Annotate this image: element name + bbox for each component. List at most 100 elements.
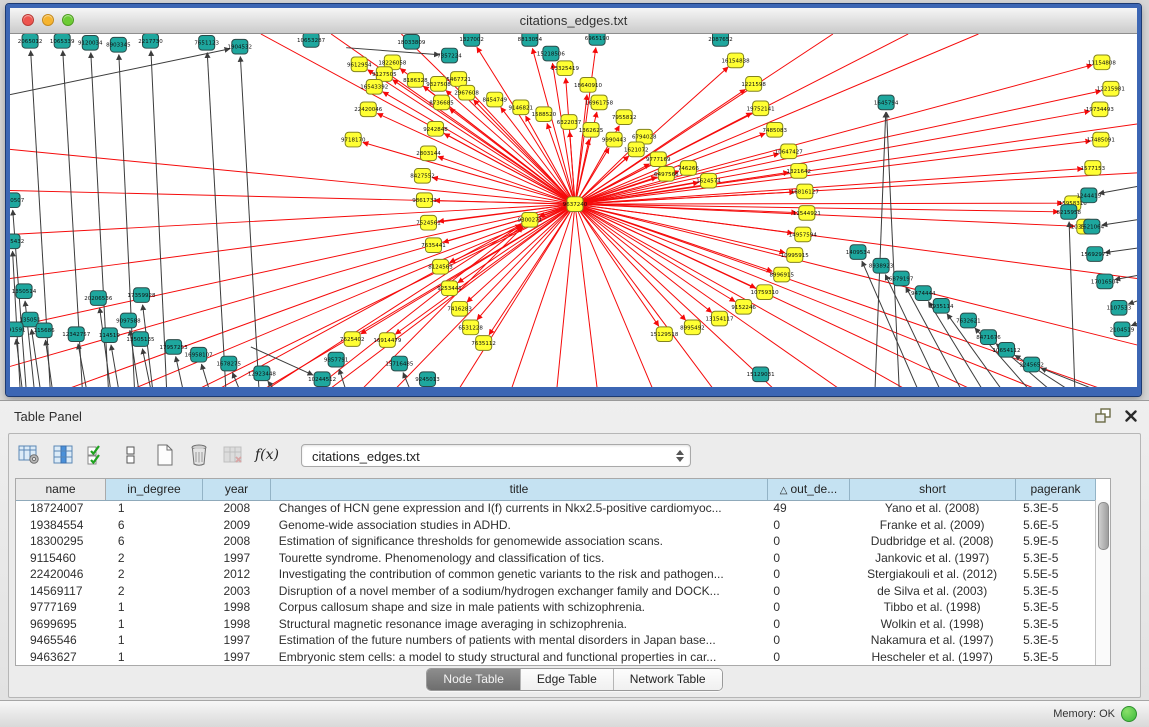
network-canvas[interactable]: 9637240182260589612954912750516543392818… [10, 34, 1137, 387]
citation-edge-black[interactable] [1099, 187, 1137, 194]
cell-short: Dudbridge et al. (2008) [849, 533, 1015, 550]
close-icon[interactable] [1125, 409, 1137, 427]
citation-edge-black[interactable] [1041, 368, 1091, 387]
citation-edge-black[interactable] [1102, 220, 1137, 225]
citation-edge-black[interactable] [1131, 323, 1137, 325]
graph-node-label: 9146821 [509, 105, 534, 111]
citation-edge-black[interactable] [1105, 248, 1137, 252]
table-row[interactable]: 969969511998Structural magnetic resonanc… [16, 616, 1095, 633]
scrollbar-thumb[interactable] [1098, 502, 1109, 550]
graph-node-label: 8995492 [680, 325, 705, 331]
citation-edge-red[interactable] [575, 204, 686, 320]
new-table-icon[interactable] [151, 441, 179, 469]
graph-node-label: 10653287 [297, 38, 325, 44]
network-window-title: citations_edges.txt [10, 8, 1137, 33]
citation-edge-black[interactable] [202, 364, 209, 387]
graph-node-label: 2087652 [708, 37, 733, 43]
graph-node-label: 8427552 [410, 174, 435, 180]
network-window[interactable]: citations_edges.txt 96372401822605896129… [6, 4, 1141, 396]
graph-node-label: 10995915 [781, 253, 809, 259]
graph-node-label: 135051 [20, 318, 41, 324]
table-row[interactable]: 2242004622012Investigating the contribut… [16, 566, 1095, 583]
column-header-pagerank[interactable]: pagerank [1016, 479, 1096, 500]
graph-node-label: 1621072 [624, 147, 649, 153]
citation-edge-black[interactable] [875, 112, 886, 387]
graph-node-label: 15716485 [385, 362, 413, 368]
float-panel-icon[interactable] [1095, 408, 1111, 428]
citation-edge-red[interactable] [10, 204, 575, 234]
citation-edge-red[interactable] [575, 204, 772, 271]
citation-edge-black[interactable] [176, 356, 183, 387]
citation-edge-black[interactable] [887, 112, 900, 387]
graph-node-label: 2065012 [18, 39, 43, 45]
network-graph[interactable]: 9637240182260589612954912750516543392818… [10, 34, 1137, 387]
table-row[interactable]: 946362711997Embryonic stem cells: a mode… [16, 649, 1095, 666]
table-selector[interactable]: citations_edges.txt [301, 444, 691, 467]
table-row[interactable]: 1456911722003Disruption of a novel membe… [16, 583, 1095, 600]
table-row[interactable]: 1830029562008Estimation of significance … [16, 533, 1095, 550]
citation-edge-red[interactable] [460, 204, 575, 387]
cell-in-degree: 2 [106, 566, 203, 583]
function-builder-icon[interactable]: f(x) [253, 441, 281, 469]
table-row[interactable]: 1938455462009Genome-wide association stu… [16, 517, 1095, 534]
citation-edge-red[interactable] [458, 204, 575, 283]
graph-node-label: 7955812 [612, 115, 637, 121]
table-row[interactable]: 946554611997Estimation of the future num… [16, 632, 1095, 649]
import-table-disabled-icon [219, 441, 247, 469]
graph-node-label: 10759310 [751, 290, 780, 296]
citation-edge-black[interactable] [111, 345, 118, 387]
graph-node-label: 1577153 [1081, 166, 1106, 172]
graph-node-label: 2104519 [1110, 327, 1135, 333]
citation-edge-red[interactable] [575, 141, 1091, 204]
graph-node-label: 15692971 [1081, 252, 1109, 258]
citation-edge-black[interactable] [233, 373, 239, 387]
close-window-button[interactable] [22, 14, 34, 26]
graph-node-label: 9861733 [412, 198, 437, 204]
select-all-icon[interactable] [83, 441, 111, 469]
minimize-window-button[interactable] [42, 14, 54, 26]
select-column-icon[interactable] [49, 441, 77, 469]
graph-node-label: 16816127 [791, 189, 819, 195]
citation-edge-black[interactable] [142, 349, 150, 387]
table-settings-icon[interactable] [15, 441, 43, 469]
column-header-out-degree[interactable]: △out_de... [768, 479, 850, 500]
column-header-short[interactable]: short [850, 479, 1016, 500]
tab-node-table[interactable]: Node Table [427, 669, 521, 690]
zoom-window-button[interactable] [62, 14, 74, 26]
memory-status-label: Memory: OK [1053, 708, 1115, 720]
tab-edge-table[interactable]: Edge Table [521, 669, 614, 690]
graph-node-label: 15129031 [747, 372, 775, 378]
table-body[interactable]: 1872400712008Changes of HCN gene express… [16, 500, 1095, 665]
column-header-name[interactable]: name [16, 479, 106, 500]
citation-edge-black[interactable] [1128, 301, 1137, 304]
citation-edge-red[interactable] [575, 204, 903, 387]
table-row[interactable]: 977716911998Corpus callosum shape and si… [16, 599, 1095, 616]
cell-name: 9115460 [16, 550, 106, 567]
table-row[interactable]: 1872400712008Changes of HCN gene express… [16, 500, 1095, 517]
cell-pagerank: 5.9E-5 [1015, 533, 1095, 550]
delete-table-icon[interactable] [185, 441, 213, 469]
graph-node-label: 1321642 [787, 169, 812, 175]
table-row[interactable]: 911546021997Tourette syndrome. Phenomeno… [16, 550, 1095, 567]
graph-node-label: 16961758 [585, 100, 614, 106]
graph-node-label: 12923448 [248, 371, 277, 377]
citation-edge-red[interactable] [575, 204, 773, 387]
vertical-scrollbar[interactable] [1095, 500, 1110, 665]
graph-node-label: 11154808 [1088, 60, 1117, 66]
network-window-titlebar[interactable]: citations_edges.txt [10, 8, 1137, 34]
citation-edge-red[interactable] [575, 91, 1101, 204]
rows-icon[interactable] [117, 441, 145, 469]
citation-edge-red[interactable] [575, 169, 1083, 204]
column-header-in-degree[interactable]: in_degree [106, 479, 203, 500]
graph-node-label: 8813054 [518, 37, 543, 43]
cell-out-degree: 0 [767, 533, 849, 550]
citation-edge-red[interactable] [575, 203, 1063, 204]
citation-edge-black[interactable] [1069, 222, 1075, 387]
citation-edge-red[interactable] [10, 149, 575, 204]
tab-network-table[interactable]: Network Table [614, 669, 722, 690]
graph-node-label: 2967608 [454, 91, 479, 97]
citation-edge-red[interactable] [575, 204, 1099, 387]
citation-edge-red[interactable] [575, 204, 735, 301]
column-header-title[interactable]: title [271, 479, 768, 500]
column-header-year[interactable]: year [203, 479, 271, 500]
